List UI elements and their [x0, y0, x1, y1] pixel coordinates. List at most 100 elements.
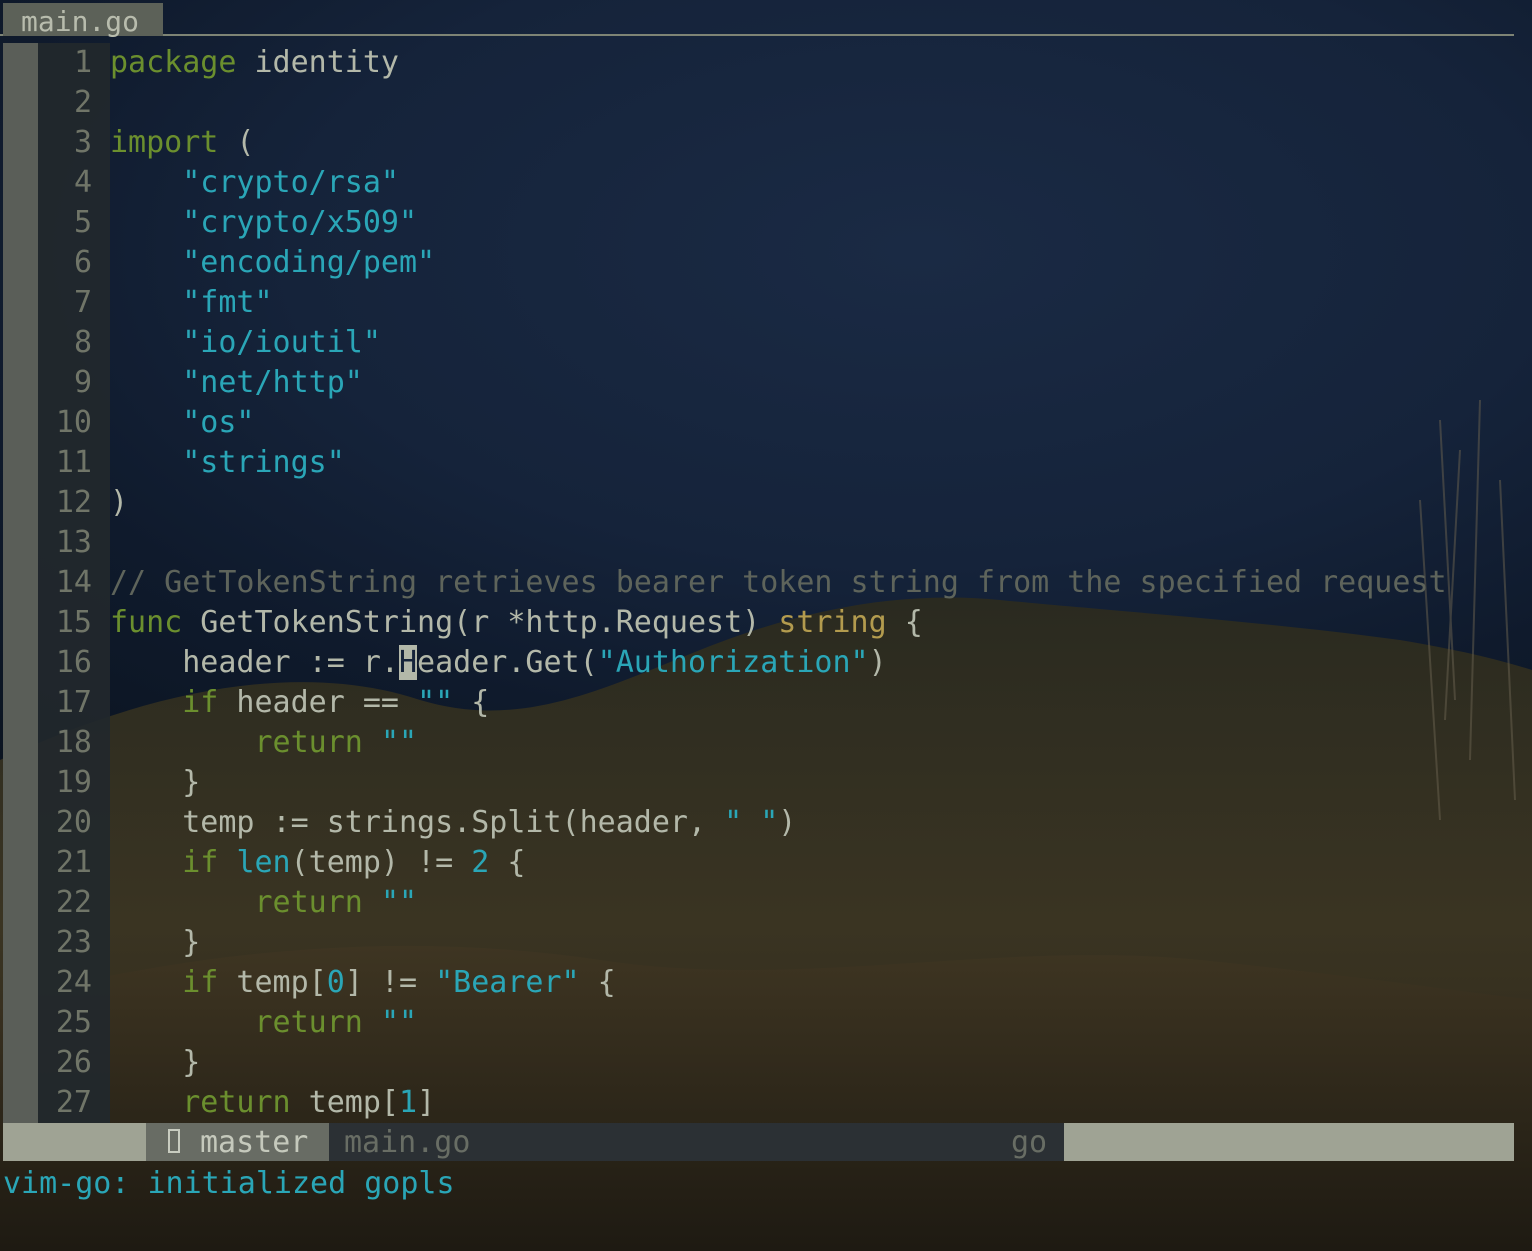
- code-text[interactable]: }: [110, 1043, 200, 1083]
- code-line[interactable]: 10 "os": [0, 403, 1532, 443]
- code-line[interactable]: 20 temp := strings.Split(header, " "): [0, 803, 1532, 843]
- code-line[interactable]: 17 if header == "" {: [0, 683, 1532, 723]
- code-token: "net/http": [182, 365, 363, 400]
- code-line[interactable]: 8 "io/ioutil": [0, 323, 1532, 363]
- code-text[interactable]: }: [110, 763, 200, 803]
- text-cursor: H: [398, 645, 418, 680]
- code-token: (temp) !=: [290, 845, 472, 880]
- code-token: {: [489, 845, 526, 880]
- code-token: "": [417, 685, 454, 720]
- code-line[interactable]: 21 if len(temp) != 2 {: [0, 843, 1532, 883]
- code-text[interactable]: return "": [110, 723, 418, 763]
- code-line[interactable]: 14 // GetTokenString retrieves bearer tok…: [0, 563, 1532, 603]
- code-line[interactable]: 6 "encoding/pem": [0, 243, 1532, 283]
- code-token: func: [110, 605, 183, 640]
- code-text[interactable]: return temp[1]: [110, 1083, 435, 1123]
- code-line[interactable]: 1 package identity: [0, 43, 1532, 83]
- code-text[interactable]: "crypto/x509": [110, 203, 417, 243]
- code-line[interactable]: 24 if temp[0] != "Bearer" {: [0, 963, 1532, 1003]
- statusline-filename: main.go: [344, 1125, 471, 1160]
- line-number: 8: [73, 325, 92, 360]
- editor-window[interactable]: 1 package identity 2 3 import (4 "crypto/rsa…: [0, 43, 1532, 1123]
- code-line[interactable]: 2: [0, 83, 1532, 123]
- code-line[interactable]: 23 }: [0, 923, 1532, 963]
- code-line[interactable]: 5 "crypto/x509": [0, 203, 1532, 243]
- code-token: " ": [724, 805, 779, 840]
- code-text[interactable]: if header == "" {: [110, 683, 489, 723]
- code-line[interactable]: 7 "fmt": [0, 283, 1532, 323]
- code-token: (: [218, 125, 255, 160]
- tab-main-go[interactable]: main.go: [3, 3, 163, 38]
- code-text[interactable]: return "": [110, 1003, 418, 1043]
- code-text[interactable]: header := r.Header.Get("Authorization"): [110, 643, 887, 683]
- code-token: GetTokenString(r *http.Request): [182, 605, 779, 640]
- code-token: header := r.: [110, 645, 399, 680]
- code-line[interactable]: 16 header := r.Header.Get("Authorization…: [0, 643, 1532, 683]
- code-text[interactable]: ): [110, 483, 128, 523]
- line-number: 16: [55, 645, 92, 680]
- line-number: 7: [73, 285, 92, 320]
- line-number: 20: [55, 805, 92, 840]
- code-text[interactable]: return "": [110, 883, 418, 923]
- command-line[interactable]: vim-go: initialized gopls: [3, 1164, 455, 1204]
- code-line[interactable]: 26 }: [0, 1043, 1532, 1083]
- code-token: }: [110, 765, 201, 800]
- code-line[interactable]: 15 func GetTokenString(r *http.Request) s…: [0, 603, 1532, 643]
- code-text[interactable]: "fmt": [110, 283, 272, 323]
- code-token: "": [380, 1005, 418, 1040]
- line-number: 17: [55, 685, 92, 720]
- code-token: ]: [417, 1085, 436, 1120]
- code-token: ): [778, 805, 797, 840]
- code-text[interactable]: if len(temp) != 2 {: [110, 843, 525, 883]
- code-token: // GetTokenString retrieves bearer token…: [110, 565, 1447, 600]
- code-line[interactable]: 27 return temp[1]: [0, 1083, 1532, 1123]
- code-line[interactable]: 4 "crypto/rsa": [0, 163, 1532, 203]
- code-text[interactable]: "crypto/rsa": [110, 163, 399, 203]
- code-token: "crypto/x509": [182, 205, 418, 240]
- line-number: 9: [73, 365, 92, 400]
- code-text[interactable]: package identity: [110, 43, 399, 83]
- code-text[interactable]: }: [110, 923, 200, 963]
- code-line[interactable]: 3 import (: [0, 123, 1532, 163]
- code-text[interactable]: if temp[0] != "Bearer" {: [110, 963, 616, 1003]
- line-number: 5: [73, 205, 92, 240]
- line-number: 26: [55, 1045, 92, 1080]
- code-token: import: [110, 125, 219, 160]
- code-line[interactable]: 11 "strings": [0, 443, 1532, 483]
- code-text[interactable]: func GetTokenString(r *http.Request) str…: [110, 603, 923, 643]
- code-text[interactable]: "net/http": [110, 363, 363, 403]
- code-line[interactable]: 12): [0, 483, 1532, 523]
- code-text[interactable]: "encoding/pem": [110, 243, 435, 283]
- code-line[interactable]: 25 return "": [0, 1003, 1532, 1043]
- code-text[interactable]: "os": [110, 403, 254, 443]
- code-text[interactable]: temp := strings.Split(header, " "): [110, 803, 796, 843]
- code-text[interactable]: // GetTokenString retrieves bearer token…: [110, 563, 1447, 603]
- tabline: main.go: [0, 0, 1514, 38]
- code-token: if: [182, 965, 219, 1000]
- code-line[interactable]: 18 return "": [0, 723, 1532, 763]
- code-token: "Authorization": [597, 645, 869, 680]
- code-token: }: [110, 1045, 201, 1080]
- code-line[interactable]: 9 "net/http": [0, 363, 1532, 403]
- code-line[interactable]: 22 return "": [0, 883, 1532, 923]
- code-token: ): [868, 645, 887, 680]
- code-line[interactable]: 19 }: [0, 763, 1532, 803]
- code-token: return: [182, 1085, 291, 1120]
- code-text[interactable]: "io/ioutil": [110, 323, 381, 363]
- code-token: 2: [471, 845, 490, 880]
- code-text[interactable]: "strings": [110, 443, 345, 483]
- code-line[interactable]: 13: [0, 523, 1532, 563]
- branch-icon: [168, 1129, 180, 1153]
- code-token: string: [778, 605, 887, 640]
- code-token: return: [254, 885, 363, 920]
- code-token: temp[: [290, 1085, 399, 1120]
- code-text[interactable]: import (: [110, 123, 255, 163]
